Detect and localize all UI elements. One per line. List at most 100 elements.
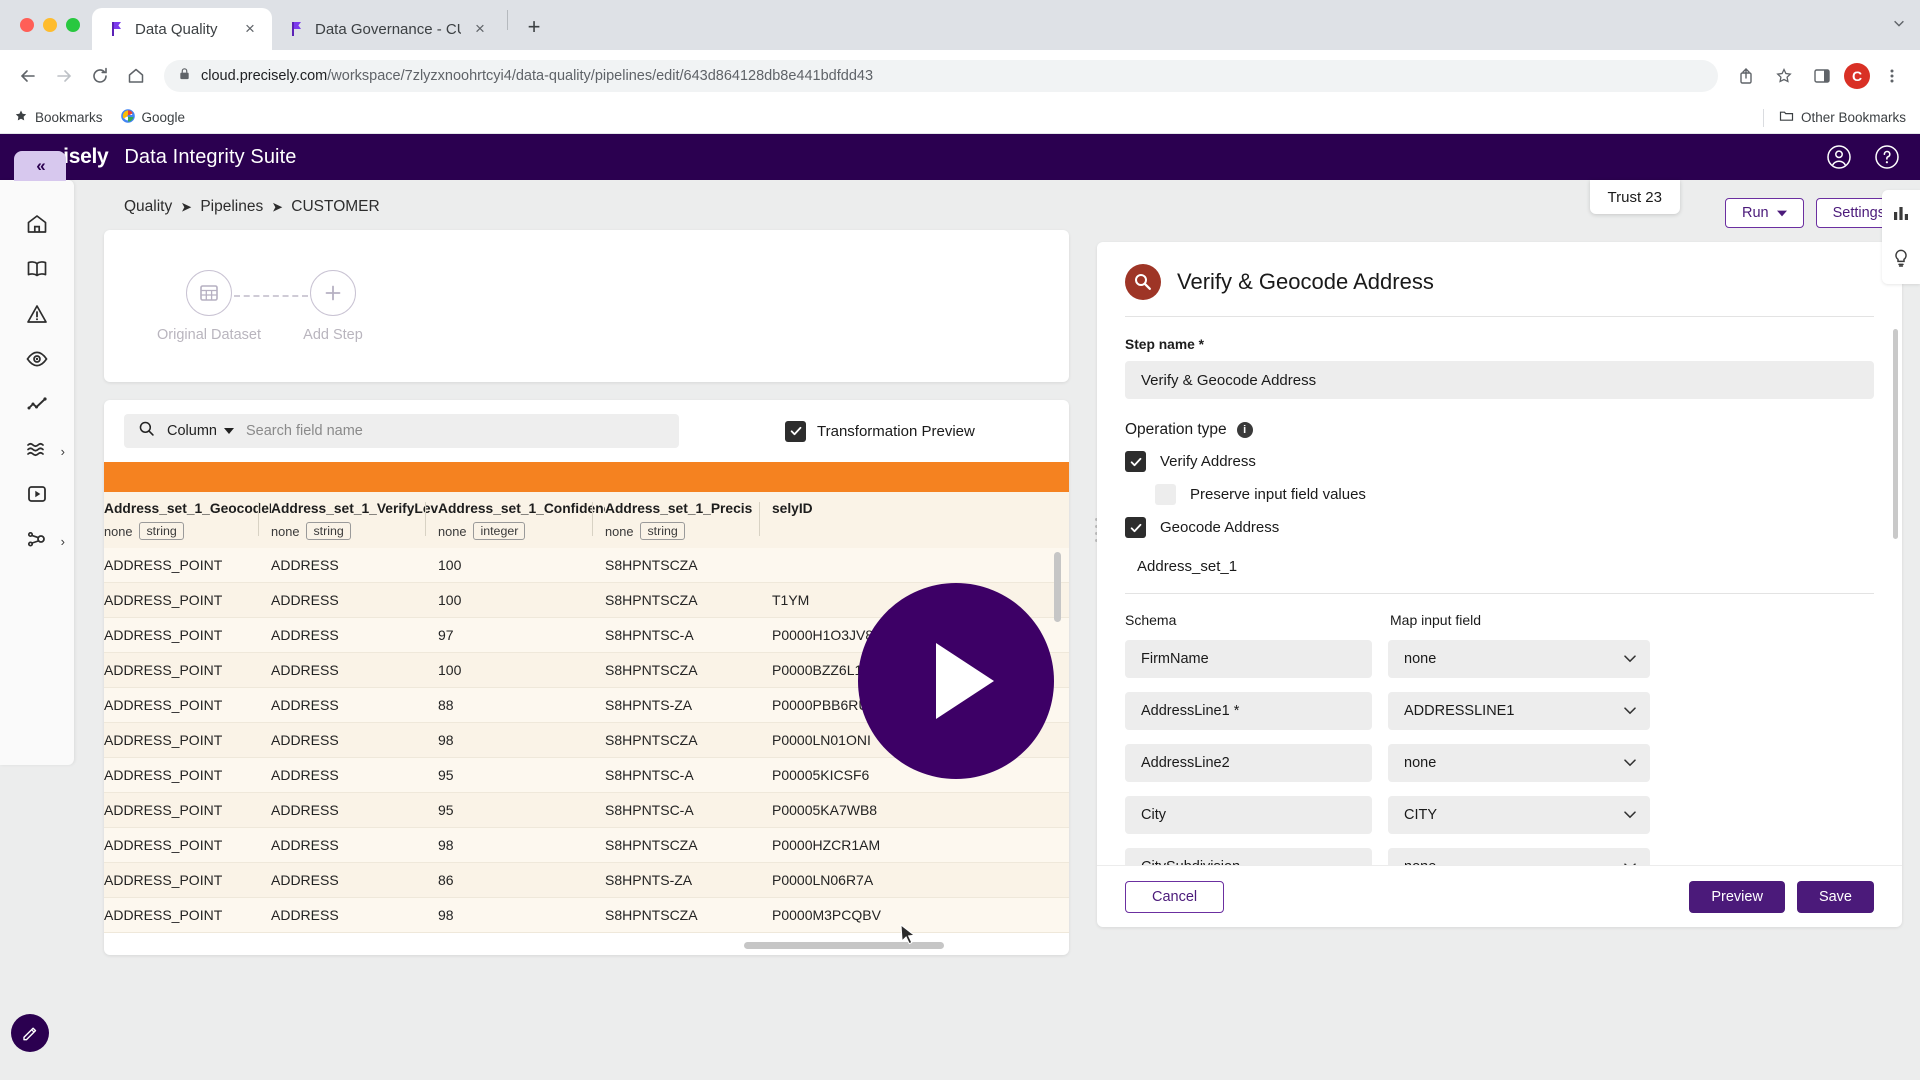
minimize-window-button[interactable] [43, 18, 57, 32]
browser-tab-data-governance[interactable]: Data Governance - CUSTOMER × [272, 8, 502, 50]
chart-bar-icon[interactable] [1891, 203, 1911, 228]
cell: 100 [438, 557, 462, 573]
close-icon[interactable]: × [470, 19, 490, 39]
video-play-button[interactable] [858, 583, 1054, 779]
column-title: Address_set_1_GeocodeLe [104, 501, 271, 516]
close-icon[interactable]: × [240, 19, 260, 39]
column-filter-dropdown[interactable]: Column [167, 423, 234, 439]
cancel-button[interactable]: Cancel [1125, 880, 1225, 913]
forward-icon[interactable] [48, 60, 80, 92]
table-row[interactable]: ADDRESS_POINT ADDRESS 86 S8HPNTS-ZA P000… [104, 863, 1069, 898]
app-header: precisely Data Integrity Suite [0, 134, 1920, 180]
maximize-window-button[interactable] [66, 18, 80, 32]
search-input[interactable] [245, 423, 665, 439]
operation-geocode-address[interactable]: Geocode Address [1125, 517, 1874, 538]
kebab-menu-icon[interactable] [1876, 60, 1908, 92]
home-icon[interactable] [120, 60, 152, 92]
profile-avatar[interactable]: C [1844, 63, 1870, 89]
cell: ADDRESS_POINT [104, 907, 223, 923]
chevron-right-icon[interactable]: › [61, 534, 65, 549]
table-toolbar: Column Search field name Transformation … [104, 400, 1069, 462]
table-row[interactable]: ADDRESS_POINT ADDRESS 100 S8HPNTSCZA [104, 548, 1069, 583]
grid-header-cell[interactable]: Address_set_1_GeocodeLe none string [104, 492, 271, 548]
grid-header-cell[interactable]: Address_set_1_Confidence none integer [425, 492, 605, 548]
address-set-name: Address_set_1 [1137, 558, 1238, 575]
pipeline-node-add-step[interactable]: Add Step [278, 270, 388, 343]
sidebar-item-catalog[interactable] [9, 249, 65, 293]
map-input-select[interactable]: none [1388, 848, 1650, 865]
sidebar-item-lineage[interactable]: › [9, 519, 65, 563]
collapse-sidebar-button[interactable]: « [14, 151, 66, 181]
bookmark-star-icon[interactable] [1768, 60, 1800, 92]
operation-preserve-input-values[interactable]: Preserve input field values [1155, 484, 1874, 505]
table-row[interactable]: ADDRESS_POINT ADDRESS 95 S8HPNTSC-A P000… [104, 793, 1069, 828]
transformation-preview-checkbox[interactable] [785, 420, 806, 442]
mapping-header-row: Schema Map input field [1125, 612, 1874, 628]
sidebar-item-alerts[interactable] [9, 294, 65, 338]
new-tab-button[interactable]: + [519, 13, 549, 43]
grid-header-cell[interactable]: Address_set_1_Precis none string [592, 492, 772, 548]
sidebar-item-data-quality[interactable]: › [9, 429, 65, 473]
lightbulb-icon[interactable] [1891, 248, 1911, 273]
browser-toolbar: cloud.precisely.com/workspace/7zlyzxnooh… [0, 50, 1920, 102]
map-input-select[interactable]: none [1388, 640, 1650, 678]
run-button[interactable]: Run [1724, 198, 1804, 228]
sidebar-item-observability[interactable] [9, 339, 65, 383]
save-button[interactable]: Save [1796, 880, 1874, 913]
grid-header-cell[interactable]: Address_set_1_VerifyLevel none string [258, 492, 438, 548]
table-row[interactable]: ADDRESS_POINT ADDRESS 98 S8HPNTSCZA P000… [104, 828, 1069, 863]
info-icon[interactable]: i [1236, 422, 1253, 438]
preserve-input-values-checkbox[interactable] [1155, 484, 1176, 505]
map-input-select[interactable]: ADDRESSLINE1 [1388, 692, 1650, 730]
table-vertical-scrollbar[interactable] [1054, 552, 1061, 622]
cell: ADDRESS_POINT [104, 627, 223, 643]
back-icon[interactable] [12, 60, 44, 92]
reload-icon[interactable] [84, 60, 116, 92]
operation-verify-address[interactable]: Verify Address [1125, 451, 1874, 472]
operation-label: Geocode Address [1160, 519, 1280, 536]
close-window-button[interactable] [20, 18, 34, 32]
map-input-select[interactable]: CITY [1388, 796, 1650, 834]
map-input-select[interactable]: none [1388, 744, 1650, 782]
sidepanel-icon[interactable] [1806, 60, 1838, 92]
help-icon[interactable] [1874, 144, 1900, 170]
cell: 100 [438, 662, 462, 678]
address-bar[interactable]: cloud.precisely.com/workspace/7zlyzxnooh… [164, 60, 1718, 92]
search-field-wrapper[interactable]: Column [124, 414, 679, 448]
panel-scrollbar[interactable] [1893, 329, 1898, 539]
sidebar-item-runs[interactable] [9, 474, 65, 518]
chevron-right-icon: ➤ [181, 200, 192, 214]
sidebar-item-analytics[interactable] [9, 384, 65, 428]
share-icon[interactable] [1730, 60, 1762, 92]
grid-header-cell[interactable]: selyID [759, 492, 932, 548]
cell: P0000HZCR1AM [772, 837, 881, 853]
cell: ADDRESS_POINT [104, 802, 223, 818]
step-name-input[interactable]: Verify & Geocode Address [1125, 361, 1874, 399]
transformation-preview-toggle[interactable]: Transformation Preview [785, 420, 975, 442]
application-area: precisely Data Integrity Suite Trust 23 … [0, 134, 1920, 1080]
cell: P00005KICSF6 [772, 767, 870, 783]
table-row[interactable]: ADDRESS_POINT ADDRESS 98 S8HPNTSCZA P000… [104, 898, 1069, 933]
geocode-address-checkbox[interactable] [1125, 517, 1146, 538]
cell: 98 [438, 907, 454, 923]
bookmark-label: Google [141, 110, 186, 125]
pipeline-node-original-dataset[interactable]: Original Dataset [154, 270, 264, 343]
breadcrumb-item-quality[interactable]: Quality [124, 198, 172, 216]
chevron-down-icon[interactable] [1892, 16, 1906, 35]
breadcrumb-item-pipelines[interactable]: Pipelines [200, 198, 263, 216]
bookmark-google[interactable]: Google [120, 109, 186, 126]
preview-button[interactable]: Preview [1689, 880, 1785, 913]
verify-address-checkbox[interactable] [1125, 451, 1146, 472]
divider [1762, 108, 1764, 127]
browser-tab-data-quality[interactable]: Data Quality × [92, 8, 272, 50]
cell: S8HPNTSC-A [605, 802, 694, 818]
step-config-column: Run Settings Verify & Geocode Address St… [1089, 180, 1920, 1080]
chevron-right-icon[interactable]: › [61, 444, 65, 459]
schema-field: City [1125, 796, 1372, 834]
bookmark-bookmarks[interactable]: Bookmarks [14, 109, 103, 126]
sidebar-item-home[interactable] [9, 204, 65, 248]
tabstrip-right-area [1892, 0, 1920, 50]
edit-fab-button[interactable] [11, 1014, 49, 1052]
other-bookmarks-button[interactable]: Other Bookmarks [1762, 108, 1906, 127]
account-icon[interactable] [1826, 144, 1852, 170]
